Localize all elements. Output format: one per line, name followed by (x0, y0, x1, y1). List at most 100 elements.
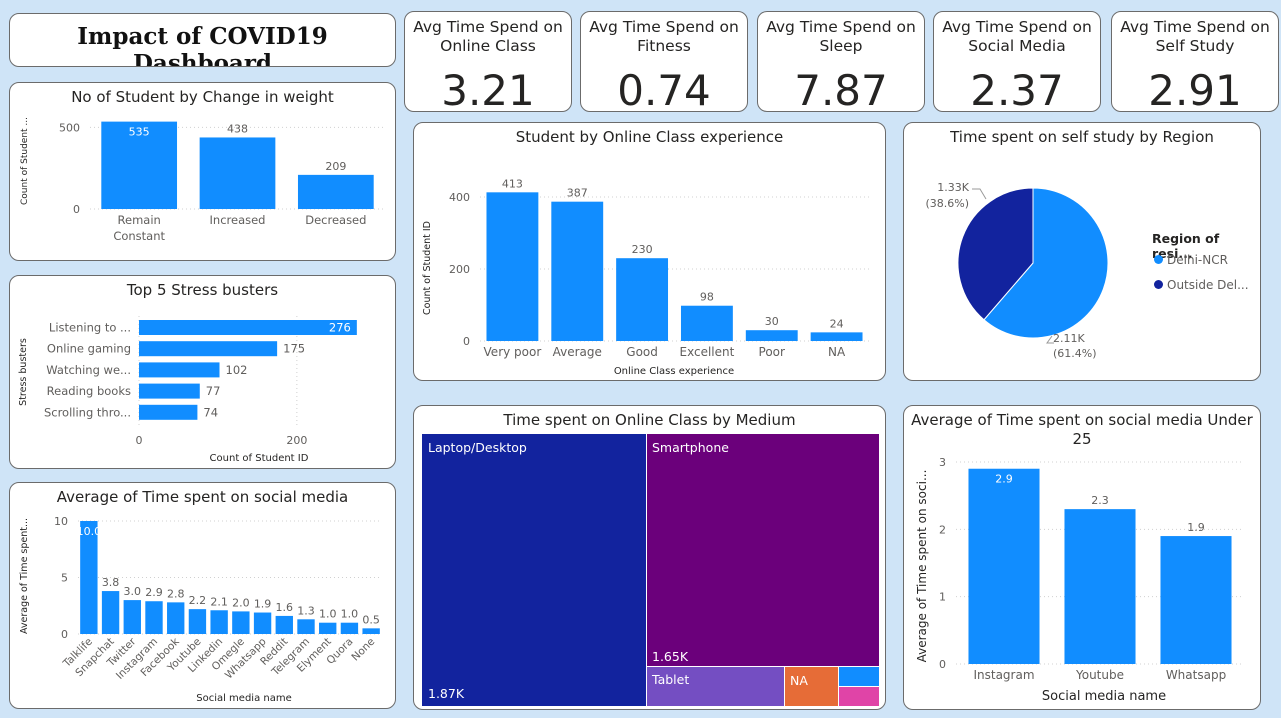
experience-chart: 0 200 400 413 Very poor 387 Average 230 Good 98 Ex… (422, 177, 869, 377)
weight-chart-card[interactable]: No of Student by Change in weight 0 500 53… (9, 82, 396, 261)
x-axis-label: Online Class experience (614, 366, 734, 377)
treemap-other-blue[interactable] (839, 667, 879, 686)
y-tick-label: 0 (73, 203, 80, 216)
y-tick-label: Reading books (47, 384, 131, 398)
data-label: 98 (700, 291, 714, 304)
data-label: 2.9 (145, 586, 163, 599)
bar (680, 305, 733, 341)
x-tick-label: None (349, 636, 377, 664)
kpi-label: Avg Time Spend on Social Media (942, 18, 1092, 55)
bar (1064, 509, 1136, 664)
kpi-label: Avg Time Spend on Sleep (766, 18, 916, 55)
y-tick-label: 5 (61, 572, 68, 585)
legend-item-outside[interactable]: Outside Del... (1154, 278, 1249, 292)
x-tick-label: Constant (113, 229, 165, 243)
x-tick-label: Very poor (484, 345, 542, 359)
bar (232, 611, 250, 634)
x-tick-label: Remain (118, 213, 161, 227)
leader-line (972, 188, 987, 200)
under25-chart-card[interactable]: Average of Time spent on social media Un… (903, 405, 1261, 710)
y-tick-label: Online gaming (47, 342, 131, 356)
data-label: 230 (632, 243, 653, 256)
pie-percent-label: (38.6%) (925, 197, 969, 210)
kpi-card-sleep[interactable]: Avg Time Spend on Sleep 7.87 (757, 11, 925, 112)
bar (139, 404, 198, 420)
legend-label: Outside Del... (1167, 278, 1249, 292)
treemap-smartphone[interactable]: Smartphone 1.65K (647, 434, 879, 666)
data-label: 30 (765, 315, 779, 328)
data-label: 1.0 (319, 608, 337, 621)
bar (810, 332, 863, 341)
bar (551, 201, 604, 341)
bar (139, 320, 357, 335)
dashboard-title: Impact of COVID19 Dashboard (77, 23, 328, 67)
data-label: 2.3 (1091, 494, 1109, 507)
treemap-na[interactable]: NA (785, 667, 838, 706)
bar (297, 619, 315, 634)
social-chart: 051010.0Talklife3.8Snapchat3.0Twitter2.9… (19, 515, 382, 704)
data-label: 175 (283, 342, 305, 356)
bar (139, 383, 200, 399)
x-tick-label: Decreased (305, 213, 366, 227)
pie-value-label: 1.33K (937, 181, 969, 194)
kpi-card-self-study[interactable]: Avg Time Spend on Self Study 2.91 (1111, 11, 1279, 112)
data-label: 209 (325, 160, 346, 173)
kpi-card-fitness[interactable]: Avg Time Spend on Fitness 0.74 (580, 11, 748, 112)
bar (1160, 536, 1232, 664)
kpi-value: 2.91 (1148, 66, 1242, 112)
kpi-card-social-media[interactable]: Avg Time Spend on Social Media 2.37 (933, 11, 1101, 112)
kpi-value: 2.37 (970, 66, 1064, 112)
weight-chart: 0 500 535 Remain Constant 438 Increased 209 Decr… (20, 117, 385, 243)
stress-chart: 0 200 Listening to ... 276 Online gaming 175 W… (18, 316, 357, 464)
bar (319, 622, 337, 634)
x-tick-label: Excellent (680, 345, 735, 359)
y-tick-label: 200 (449, 263, 470, 276)
x-tick-label: NA (828, 345, 846, 359)
data-label: 1.9 (1187, 521, 1205, 534)
kpi-card-online-class[interactable]: Avg Time Spend on Online Class 3.21 (404, 11, 572, 112)
stress-chart-card[interactable]: Top 5 Stress busters 0 200 Listening to ..… (9, 275, 396, 469)
data-label: 413 (502, 177, 523, 190)
treemap-label: NA (790, 673, 808, 688)
treemap-value: 1.87K (428, 686, 465, 701)
y-tick-label: Watching we... (46, 363, 131, 377)
legend-dot (1154, 255, 1163, 264)
x-axis-label: Social media name (196, 693, 292, 704)
x-tick-label: 0 (136, 434, 143, 447)
kpi-value: 7.87 (794, 66, 888, 112)
data-label: 2.8 (167, 587, 185, 600)
data-label: 74 (203, 405, 218, 419)
x-tick-label: Instagram (973, 668, 1034, 682)
x-tick-label: 200 (286, 434, 307, 447)
social-chart-card[interactable]: Average of Time spent on social media 05… (9, 482, 396, 709)
data-label: 2.9 (995, 473, 1013, 486)
bar (745, 330, 798, 341)
experience-chart-card[interactable]: Student by Online Class experience 0 200 4… (413, 122, 886, 381)
y-tick-label: 3 (939, 456, 946, 469)
bar (167, 602, 185, 634)
bar (362, 628, 380, 634)
x-tick-label: Average (553, 345, 602, 359)
y-tick-label: Scrolling thro... (44, 405, 131, 419)
y-tick-label: Listening to ... (49, 321, 131, 335)
legend-item-delhi[interactable]: Delhi-NCR (1154, 253, 1228, 267)
treemap-other-pink[interactable] (839, 687, 879, 706)
data-label: 276 (329, 321, 351, 335)
bar (340, 622, 359, 634)
treemap-value: 1.65K (652, 649, 689, 664)
treemap-tablet[interactable]: Tablet (647, 667, 784, 706)
data-label: 3.8 (102, 576, 120, 589)
title-card: Impact of COVID19 Dashboard (9, 13, 396, 67)
medium-chart-card[interactable]: Time spent on Online Class by Medium Lap… (413, 405, 886, 710)
kpi-label: Avg Time Spend on Fitness (589, 18, 739, 55)
x-tick-label: Increased (210, 213, 266, 227)
treemap-laptop[interactable]: Laptop/Desktop 1.87K (422, 434, 646, 706)
y-axis-label: Count of Student ... (20, 117, 30, 205)
x-tick-label: Good (626, 345, 658, 359)
x-tick-label: Poor (759, 345, 785, 359)
bar (139, 341, 278, 357)
kpi-label: Avg Time Spend on Self Study (1120, 18, 1270, 55)
y-tick-label: 2 (939, 523, 946, 536)
data-label: 1.3 (297, 604, 315, 617)
region-chart-card[interactable]: Time spent on self study by Region 2.11K… (903, 122, 1261, 381)
